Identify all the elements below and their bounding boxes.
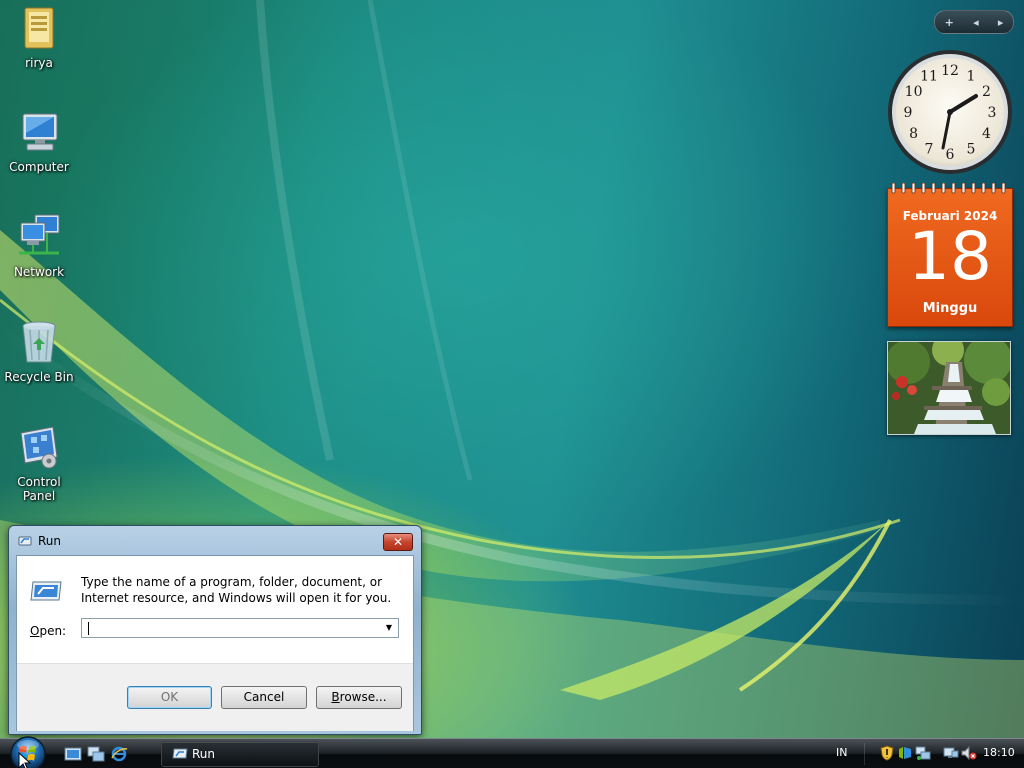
clock-gadget[interactable]: 12 12 3 45678 9 1011 xyxy=(886,48,1014,176)
clock-numeral: 3 xyxy=(988,105,997,121)
recycle-bin-icon xyxy=(22,321,56,363)
clock-numeral: 2 xyxy=(982,84,991,100)
run-description: Type the name of a program, folder, docu… xyxy=(81,575,392,605)
ok-button[interactable]: OK xyxy=(127,686,212,709)
sidebar-controls: + ◂ ▸ xyxy=(934,10,1014,34)
open-combobox[interactable]: ▼ xyxy=(81,618,399,638)
waterfall-photo xyxy=(888,342,1010,434)
clock-numeral: 6 xyxy=(946,147,955,163)
calendar-gadget[interactable]: Februari 2024 18 Minggu xyxy=(887,183,1013,327)
control-panel-icon xyxy=(20,426,58,469)
desktop[interactable]: rirya Computer Network Recycle Bin Contr… xyxy=(0,0,1024,738)
clock-numeral: 10 xyxy=(905,84,923,100)
clock-numeral: 8 xyxy=(909,126,918,142)
clock-numeral: 12 xyxy=(941,63,959,79)
show-desktop-icon[interactable] xyxy=(64,746,82,762)
calendar-day-number: 18 xyxy=(908,218,992,295)
run-program-icon xyxy=(30,581,62,601)
run-dialog-title: Run xyxy=(38,534,62,548)
run-icon xyxy=(172,748,188,759)
display-tray-icon[interactable] xyxy=(943,745,959,761)
windows-update-icon[interactable] xyxy=(897,745,913,761)
taskbar: Run IN 18:10 xyxy=(0,736,1024,768)
slideshow-gadget[interactable] xyxy=(887,341,1011,435)
network-icon xyxy=(19,214,60,255)
volume-muted-icon[interactable] xyxy=(961,745,977,761)
run-icon xyxy=(18,536,32,546)
browse-button[interactable]: Browse... xyxy=(316,686,402,709)
clock-numeral: 7 xyxy=(925,141,934,157)
run-dialog[interactable]: Run ✕ Type the name of a program, folder… xyxy=(8,525,422,735)
desktop-icon-label: Computer xyxy=(9,160,69,174)
desktop-icon-control-panel[interactable]: Control Panel xyxy=(0,423,78,503)
calendar-weekday: Minggu xyxy=(922,301,978,316)
desktop-icon-network[interactable]: Network xyxy=(0,213,78,279)
open-label: Open: xyxy=(30,624,66,638)
language-indicator[interactable]: IN xyxy=(836,746,847,759)
computer-icon xyxy=(22,113,58,151)
clock-numeral: 11 xyxy=(920,69,938,85)
close-button[interactable]: ✕ xyxy=(383,533,413,551)
browse-label-text: rowse... xyxy=(339,690,387,704)
open-label-text: pen: xyxy=(39,624,67,638)
desktop-icon-label: rirya xyxy=(25,56,53,70)
taskbar-item-label: Run xyxy=(192,747,216,761)
internet-explorer-icon[interactable] xyxy=(110,746,128,762)
tray-divider xyxy=(864,743,865,765)
user-folder-icon xyxy=(24,7,54,49)
switch-windows-icon[interactable] xyxy=(87,746,105,762)
calendar-rings xyxy=(891,183,1006,194)
add-gadget-button[interactable]: + xyxy=(945,16,954,29)
desktop-icon-label: Recycle Bin xyxy=(4,370,74,384)
cancel-button[interactable]: Cancel xyxy=(221,686,307,709)
run-titlebar[interactable]: Run ✕ xyxy=(9,526,421,556)
chevron-down-icon[interactable]: ▼ xyxy=(382,621,396,635)
mouse-cursor-icon xyxy=(18,752,32,768)
network-tray-icon[interactable] xyxy=(915,745,931,761)
clock-numeral: 4 xyxy=(982,126,991,142)
clock-numeral: 1 xyxy=(967,69,976,85)
desktop-icon-recycle-bin[interactable]: Recycle Bin xyxy=(0,318,78,384)
security-shield-icon[interactable] xyxy=(879,745,895,761)
clock-numeral: 9 xyxy=(904,105,913,121)
sidebar-next-button[interactable]: ▸ xyxy=(998,16,1004,29)
taskbar-item-run[interactable]: Run xyxy=(161,741,319,767)
clock-numeral: 5 xyxy=(967,141,976,157)
sidebar-prev-button[interactable]: ◂ xyxy=(973,16,979,29)
close-icon: ✕ xyxy=(392,535,404,549)
desktop-icon-user-folder[interactable]: rirya xyxy=(0,4,78,70)
run-dialog-body: Type the name of a program, folder, docu… xyxy=(16,555,414,731)
desktop-icon-computer[interactable]: Computer xyxy=(0,108,78,174)
taskbar-clock[interactable]: 18:10 xyxy=(983,746,1015,759)
text-caret xyxy=(88,622,89,635)
desktop-icon-label: Control Panel xyxy=(17,475,61,503)
browse-accel: B xyxy=(331,690,340,704)
desktop-icon-label: Network xyxy=(13,265,65,279)
